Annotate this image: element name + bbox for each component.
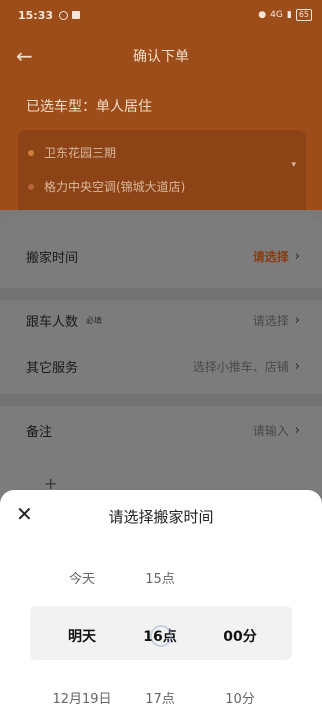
expand-icon[interactable]: ▾ <box>291 160 296 170</box>
sheet-title: 请选择搬家时间 <box>108 508 214 526</box>
notification-icon <box>59 10 69 20</box>
hour-option[interactable]: 17点 <box>120 688 200 707</box>
nav-bar: ← 确认下单 <box>0 38 322 74</box>
minute-option[interactable]: 10分 <box>202 688 278 707</box>
selected-vehicle: 已选车型：单人居住 <box>26 99 152 115</box>
time-picker-sheet: ✕ 请选择搬家时间 今天 15点 明天 16点 00分 12月19日 17点 1… <box>0 490 322 720</box>
watermark-icon <box>150 625 172 647</box>
required-tag: 必填 <box>86 315 103 325</box>
chevron-right-icon: › <box>294 358 300 374</box>
note-row[interactable]: 备注 请输入 › <box>0 410 322 450</box>
back-arrow-icon[interactable]: ← <box>16 44 33 68</box>
watermark-logo <box>150 616 270 656</box>
app-notification-icon <box>72 10 81 19</box>
status-time: 15:33 <box>18 8 54 22</box>
route-card[interactable]: 卫东花园三期 格力中央空调(锦城大道店) ▾ <box>18 130 306 210</box>
day-option[interactable]: 12月19日 <box>40 688 124 707</box>
origin-dot-icon <box>28 149 34 156</box>
route-from: 卫东花园三期 <box>28 144 116 161</box>
route-to: 格力中央空调(锦城大道店) <box>28 178 185 195</box>
destination-dot-icon <box>28 183 34 190</box>
chevron-right-icon: › <box>294 248 300 264</box>
day-option-selected[interactable]: 明天 <box>40 626 124 646</box>
day-option[interactable]: 今天 <box>40 568 124 587</box>
move-time-row[interactable]: 搬家时间 请选择 › <box>0 236 322 276</box>
order-form: 搬家时间 请选择 › 跟车人数 必填 请选择 › 其它服务 选择小推车、店铺 ›… <box>0 218 322 518</box>
section-divider <box>0 288 322 300</box>
battery-icon: 65 <box>295 9 312 21</box>
order-header-region: 15:33 ● 4G ▮ 65 ← 确认下单 已选车型：单人居住 卫东花园三期 … <box>0 0 322 210</box>
services-row[interactable]: 其它服务 选择小推车、店铺 › <box>0 346 322 386</box>
section-divider <box>0 394 322 406</box>
network-label: 4G <box>270 10 283 20</box>
move-time-value: 请选择 <box>252 249 289 264</box>
chevron-right-icon: › <box>294 422 300 438</box>
location-icon: ● <box>258 10 267 20</box>
signal-icon: ▮ <box>286 10 292 20</box>
status-bar: 15:33 ● 4G ▮ 65 <box>0 0 322 30</box>
chevron-right-icon: › <box>294 312 300 328</box>
riders-row[interactable]: 跟车人数 必填 请选择 › <box>0 300 322 340</box>
hour-option[interactable]: 15点 <box>120 568 200 587</box>
page-title: 确认下单 <box>133 49 189 65</box>
